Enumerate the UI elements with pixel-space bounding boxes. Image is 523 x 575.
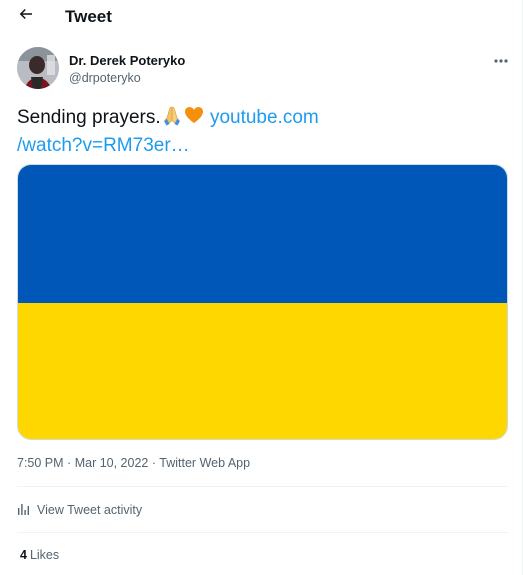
tweet-text: Sending prayers. youtube.com/watch?v=RM7… <box>17 104 507 158</box>
author-handle[interactable]: @drpoteryko <box>69 71 141 85</box>
tweet-link-path: /watch?v=RM73er… <box>17 135 190 156</box>
tweet-body: Sending prayers. <box>17 107 161 128</box>
divider <box>17 486 508 487</box>
likes-label: Likes <box>29 548 60 562</box>
avatar[interactable] <box>17 47 59 89</box>
more-button[interactable] <box>488 50 514 70</box>
flag-yellow-stripe <box>18 303 507 439</box>
tweet-date[interactable]: Mar 10, 2022 <box>75 456 149 470</box>
tweet-link-domain: youtube.com <box>209 107 319 128</box>
activity-label: View Tweet activity <box>37 503 143 517</box>
meta-separator: · <box>151 456 157 470</box>
page-title: Tweet <box>65 7 112 26</box>
tweet-time[interactable]: 7:50 PM <box>17 456 64 470</box>
folded-hands-icon <box>161 104 183 133</box>
tweet-page: Tweet Dr. Derek Poteryko @drpoteryko Sen… <box>0 0 523 575</box>
likes-count-link[interactable]: 4 Likes <box>20 548 59 562</box>
top-bar: Tweet <box>0 0 523 34</box>
back-button[interactable] <box>12 2 40 30</box>
divider <box>17 532 508 533</box>
view-tweet-activity-button[interactable]: View Tweet activity <box>17 500 142 520</box>
arrow-left-icon <box>17 5 35 28</box>
author-name[interactable]: Dr. Derek Poteryko <box>69 53 185 68</box>
bar-chart-icon <box>17 502 37 519</box>
tweet-meta: 7:50 PM · Mar 10, 2022 · Twitter Web App <box>17 456 250 470</box>
orange-heart-icon <box>183 104 205 133</box>
more-horizontal-icon <box>493 51 509 69</box>
flag-blue-stripe <box>18 165 507 303</box>
tweet-media-image[interactable] <box>17 164 508 440</box>
meta-separator: · <box>67 456 72 470</box>
tweet-source[interactable]: Twitter Web App <box>159 456 250 470</box>
likes-count: 4 <box>20 548 27 562</box>
